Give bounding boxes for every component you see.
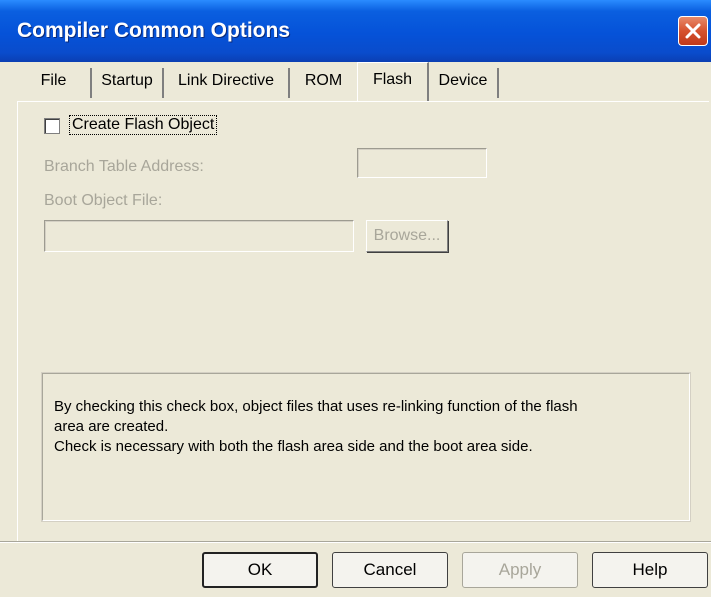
create-flash-object-label[interactable]: Create Flash Object: [68, 115, 218, 135]
boot-object-file-label: Boot Object File:: [44, 192, 163, 209]
tab-device[interactable]: Device: [429, 68, 499, 98]
description-line-2: area are created.: [54, 418, 169, 435]
compiler-options-dialog: Compiler Common Options File Startup Lin…: [0, 0, 711, 597]
cancel-button[interactable]: Cancel: [332, 552, 448, 588]
tab-flash[interactable]: Flash: [357, 62, 429, 102]
description-line-3: Check is necessary with both the flash a…: [54, 438, 533, 455]
apply-button[interactable]: Apply: [462, 552, 578, 588]
tab-startup[interactable]: Startup: [92, 68, 164, 98]
browse-button[interactable]: Browse...: [366, 220, 448, 252]
description-line-1: By checking this check box, object files…: [54, 398, 578, 415]
title-bar[interactable]: Compiler Common Options: [0, 0, 711, 62]
footer-separator: [0, 541, 711, 543]
ok-button[interactable]: OK: [202, 552, 318, 588]
branch-table-address-field[interactable]: [357, 148, 487, 178]
tab-link-directive[interactable]: Link Directive: [164, 68, 290, 98]
create-flash-object-checkbox[interactable]: [44, 118, 60, 134]
window-title: Compiler Common Options: [17, 19, 290, 42]
branch-table-address-label: Branch Table Address:: [44, 158, 204, 175]
close-icon: [685, 23, 701, 39]
tab-rom[interactable]: ROM: [290, 68, 357, 98]
help-button[interactable]: Help: [592, 552, 708, 588]
close-button[interactable]: [678, 16, 708, 46]
boot-object-file-field[interactable]: [44, 220, 354, 252]
tab-file[interactable]: File: [17, 68, 92, 98]
